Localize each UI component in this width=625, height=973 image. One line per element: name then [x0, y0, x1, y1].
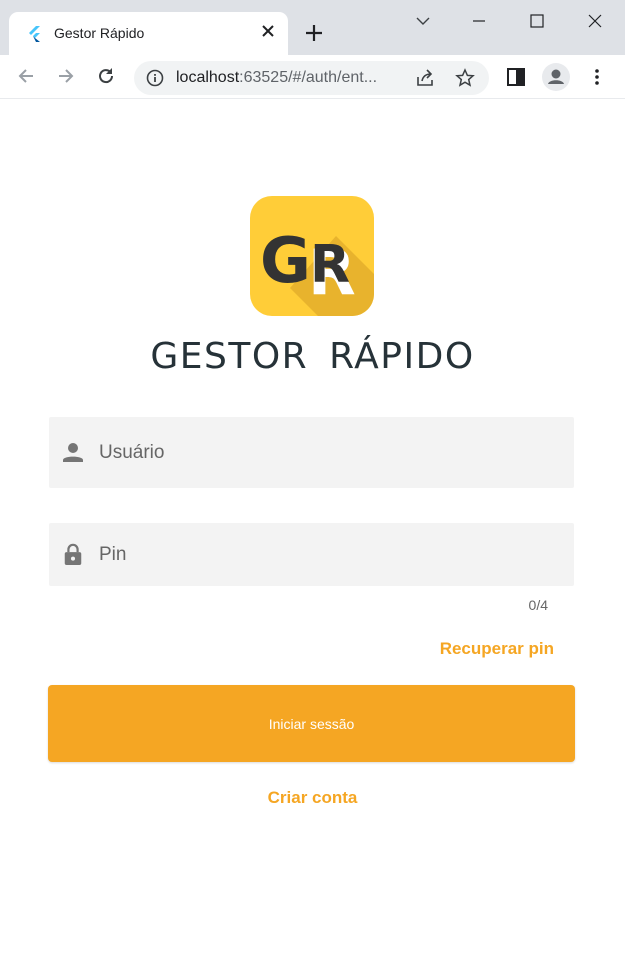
pin-input[interactable]	[99, 523, 559, 586]
reload-icon[interactable]	[95, 65, 117, 87]
gestor-rapido-logo: G R R	[250, 196, 374, 316]
login-button[interactable]: Iniciar sessão	[48, 685, 575, 762]
browser-toolbar: localhost:63525/#/auth/ent...	[0, 55, 625, 99]
share-icon[interactable]	[415, 68, 435, 88]
profile-avatar-icon[interactable]	[542, 63, 570, 91]
lock-icon	[64, 543, 82, 565]
url-text: localhost:63525/#/auth/ent...	[176, 69, 377, 87]
browser-tab[interactable]: Gestor Rápido	[9, 12, 288, 55]
tab-title: Gestor Rápido	[54, 25, 145, 41]
window-close-icon[interactable]	[584, 10, 606, 32]
app-title: GESTOR RÁPIDO	[150, 336, 475, 377]
forward-arrow-icon[interactable]	[55, 65, 77, 87]
pin-length-counter: 0/4	[528, 597, 548, 613]
username-field[interactable]	[49, 417, 574, 488]
browser-tabstrip: Gestor Rápido	[0, 0, 625, 55]
pin-field[interactable]	[49, 523, 574, 586]
new-tab-icon[interactable]	[303, 22, 325, 44]
kebab-menu-icon[interactable]	[586, 66, 608, 88]
person-icon	[63, 443, 83, 462]
url-host: localhost	[176, 69, 240, 86]
recover-pin-link[interactable]: Recuperar pin	[410, 639, 554, 659]
person-silhouette-icon	[548, 69, 564, 84]
bookmark-star-icon[interactable]	[455, 68, 475, 88]
flutter-icon	[29, 26, 40, 42]
back-arrow-icon[interactable]	[15, 65, 37, 87]
username-input[interactable]	[99, 417, 559, 488]
close-tab-icon[interactable]	[259, 22, 277, 40]
maximize-icon[interactable]	[526, 10, 548, 32]
svg-text:R: R	[310, 235, 350, 295]
minimize-icon[interactable]	[468, 10, 490, 32]
address-bar[interactable]: localhost:63525/#/auth/ent...	[134, 61, 489, 95]
url-path: :63525/#/auth/ent...	[239, 69, 378, 86]
site-info-icon[interactable]	[146, 69, 164, 87]
side-panel-icon[interactable]	[505, 66, 527, 88]
create-account-link[interactable]: Criar conta	[0, 788, 625, 808]
tab-search-chevron-icon[interactable]	[412, 10, 434, 32]
svg-text:G: G	[260, 224, 307, 297]
